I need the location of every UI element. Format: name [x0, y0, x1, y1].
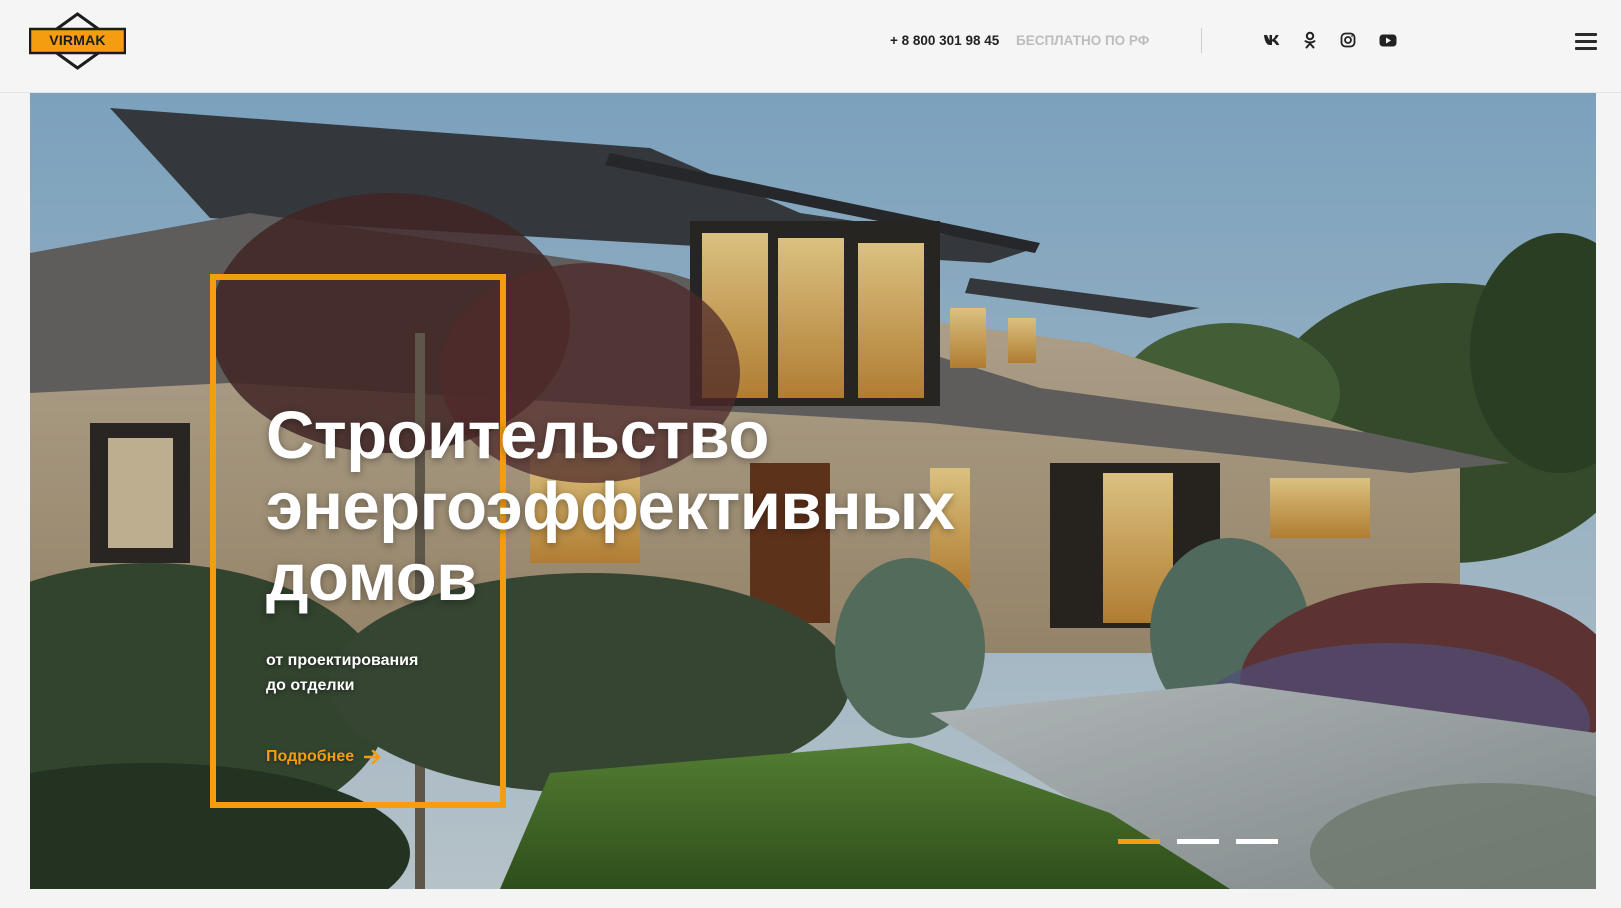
hero-title-line-3: домов [266, 540, 477, 615]
logo-text: VIRMAK [49, 32, 106, 48]
slider-pagination [1118, 839, 1295, 844]
odnoklassniki-icon[interactable] [1300, 30, 1320, 50]
hero-subtitle-line-2: до отделки [266, 677, 355, 694]
arrow-right-icon [364, 749, 382, 765]
phone-link[interactable]: + 8 800 301 98 45 [890, 33, 999, 48]
hero-subtitle: от проектирования до отделки [266, 648, 486, 698]
hero-subtitle-line-1: от проектирования [266, 652, 419, 669]
site-header: VIRMAK + 8 800 301 98 45 БЕСПЛАТНО ПО РФ [0, 0, 1621, 93]
hero-title: Строительство энергоэффективных домов [266, 400, 1066, 613]
youtube-icon[interactable] [1378, 30, 1398, 50]
slide-dot-3[interactable] [1236, 839, 1278, 844]
more-link-label: Подробнее [266, 748, 355, 765]
header-divider [1201, 28, 1202, 53]
logo[interactable]: VIRMAK [29, 12, 126, 70]
hero-title-line-1: Строительство [266, 398, 769, 473]
more-link[interactable]: Подробнее [266, 748, 382, 766]
vk-icon[interactable] [1262, 30, 1282, 50]
hero-title-line-2: энергоэффективных [266, 469, 955, 544]
phone-note: БЕСПЛАТНО ПО РФ [1016, 33, 1150, 48]
slide-dot-1[interactable] [1118, 839, 1160, 844]
slide-dot-2[interactable] [1177, 839, 1219, 844]
instagram-icon[interactable] [1338, 30, 1358, 50]
hamburger-icon[interactable] [1575, 33, 1597, 50]
hero-slider: Строительство энергоэффективных домов от… [30, 93, 1596, 889]
